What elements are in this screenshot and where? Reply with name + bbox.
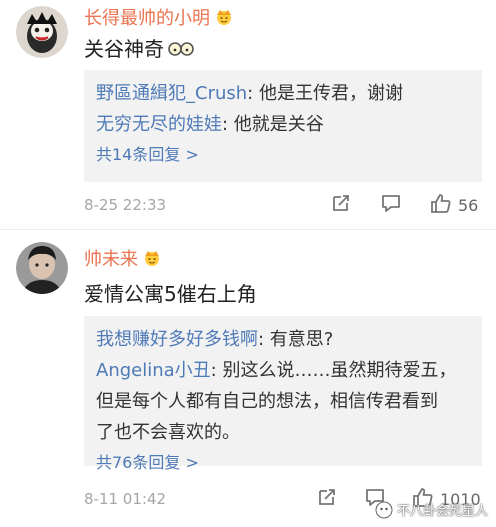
reply-item: 无穷无尽的娃娃: 他就是关谷 bbox=[96, 109, 470, 140]
reply-username[interactable]: 野區通緝犯_Crush bbox=[96, 83, 247, 104]
reply-box[interactable]: 我想赚好多好多钱啊: 有意思? Angelina小丑: 别这么说……虽然期待爱五… bbox=[84, 316, 482, 472]
avatar[interactable] bbox=[16, 242, 68, 294]
reply-item: 野區通緝犯_Crush: 他是王传君，谢谢 bbox=[96, 78, 470, 109]
reply-text: : 别这么说……虽然期待爱五， bbox=[210, 360, 457, 381]
timestamp: 8-25 22:33 bbox=[84, 196, 167, 214]
share-icon[interactable] bbox=[330, 192, 352, 216]
reply-box[interactable]: 野區通緝犯_Crush: 他是王传君，谢谢 无穷无尽的娃娃: 他就是关谷 共14… bbox=[84, 70, 482, 182]
reply-username[interactable]: Angelina小丑 bbox=[96, 360, 211, 381]
reply-text: : 他是王传君，谢谢 bbox=[247, 83, 403, 104]
thumbs-up-icon[interactable] bbox=[430, 192, 452, 216]
username-text[interactable]: 帅未来 bbox=[84, 249, 138, 270]
comment-icon[interactable] bbox=[380, 192, 402, 216]
comment-text-content: 关谷神奇 bbox=[84, 37, 164, 61]
comment-item: 帅未来 爱情公寓5催右上角 我想赚好多好多钱啊: 有意思? Angelina小丑… bbox=[0, 232, 496, 527]
reply-text: 但是每个人都有自己的想法，相信传君看到 bbox=[96, 391, 438, 412]
reply-item: 我想赚好多好多钱啊: 有意思? bbox=[96, 324, 470, 355]
avatar[interactable] bbox=[16, 6, 68, 58]
username-text[interactable]: 长得最帅的小明 bbox=[84, 8, 210, 29]
reply-item-continued: 但是每个人都有自己的想法，相信传君看到 bbox=[96, 386, 470, 417]
reply-text: : 他就是关谷 bbox=[222, 114, 324, 135]
crown-emoji-icon bbox=[142, 250, 162, 266]
share-icon[interactable] bbox=[316, 486, 338, 510]
reply-username[interactable]: 我想赚好多好多钱啊 bbox=[96, 329, 258, 350]
reply-username[interactable]: 无穷无尽的娃娃 bbox=[96, 114, 222, 135]
crown-emoji-icon bbox=[214, 9, 234, 25]
username[interactable]: 长得最帅的小明 bbox=[84, 4, 234, 30]
comment-text: 关谷神奇 bbox=[84, 33, 194, 62]
reply-item: Angelina小丑: 别这么说……虽然期待爱五， bbox=[96, 355, 470, 386]
reply-item-continued: 了也不会喜欢的。 bbox=[96, 417, 470, 448]
watermark-text: 不八卦会死星人 bbox=[396, 504, 488, 519]
like-count: 56 bbox=[458, 196, 479, 215]
reply-text: 了也不会喜欢的。 bbox=[96, 422, 240, 443]
comment-item: 长得最帅的小明 关谷神奇 野區通緝犯_Crush: 他是王传君，谢谢 无穷无尽的… bbox=[0, 0, 496, 226]
timestamp: 8-11 01:42 bbox=[84, 490, 167, 508]
comment-text: 爱情公寓5催右上角 bbox=[84, 282, 257, 306]
more-replies-link[interactable]: 共76条回复 > bbox=[96, 448, 470, 478]
reply-text: : 有意思? bbox=[258, 329, 334, 350]
wechat-logo-icon bbox=[375, 501, 393, 519]
watermark: 不八卦会死星人 bbox=[375, 500, 488, 519]
username[interactable]: 帅未来 bbox=[84, 245, 162, 271]
nerd-glasses-emoji-icon bbox=[168, 38, 194, 56]
divider bbox=[0, 229, 496, 230]
more-replies-link[interactable]: 共14条回复 > bbox=[96, 140, 470, 170]
